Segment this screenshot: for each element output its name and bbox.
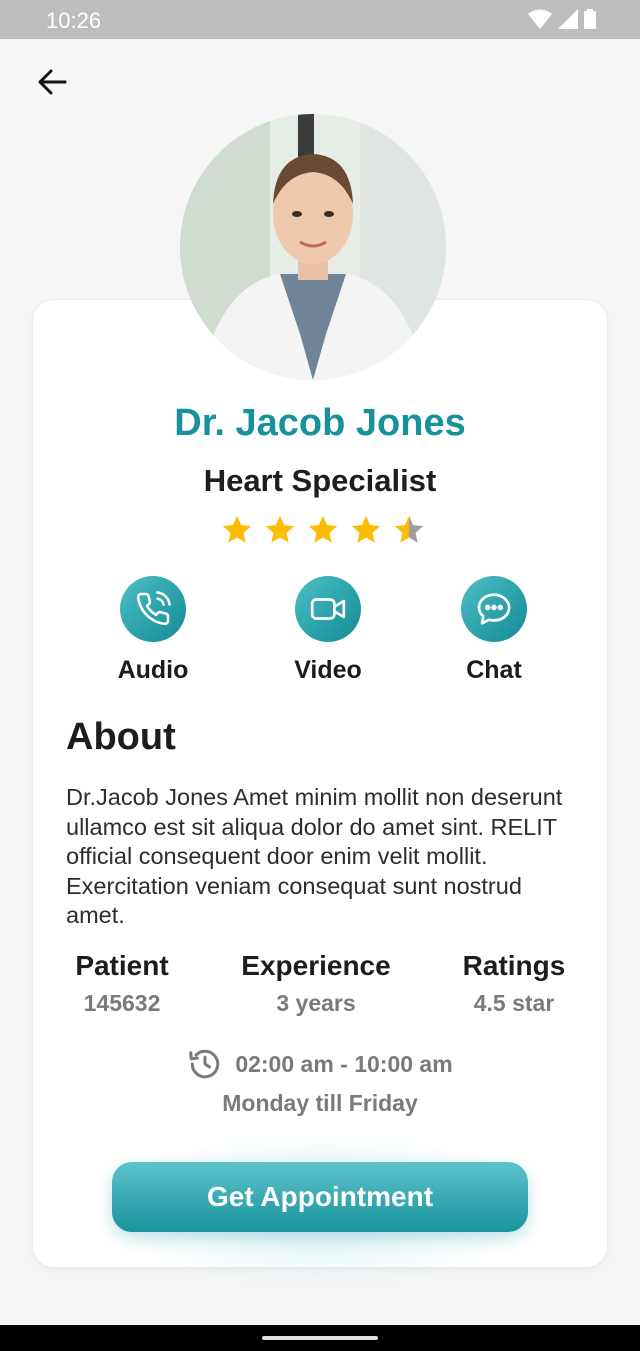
stat-value: 4.5 star (473, 990, 555, 1016)
stat-value: 145632 (83, 990, 161, 1016)
status-bar: 10:26 (0, 0, 640, 39)
chat-circle[interactable] (461, 576, 527, 642)
doctor-name: Dr. Jacob Jones (174, 402, 466, 444)
schedule-days: Monday till Friday (222, 1090, 418, 1116)
cellular-signal-icon (558, 9, 578, 29)
video-camera-icon (310, 598, 346, 620)
schedule-time: 02:00 am - 10:00 am (235, 1050, 453, 1077)
about-description: Dr.Jacob Jones Amet minim mollit non des… (66, 784, 563, 928)
chat-bubble-icon (477, 593, 511, 625)
stat-label: Experience (241, 950, 391, 981)
arrow-left-icon (38, 69, 67, 95)
battery-icon (584, 9, 596, 29)
stat-label: Patient (75, 950, 169, 981)
schedule: 02:00 am - 10:00 am Monday till Friday (0, 1046, 640, 1117)
get-appointment-button[interactable]: Get Appointment (112, 1162, 528, 1232)
chat-label: Chat (466, 656, 522, 684)
stat-value: 3 years (276, 990, 356, 1016)
stat-ratings: Ratings 4.5 star (450, 950, 578, 1017)
phone-icon (136, 591, 171, 626)
video-call-button[interactable]: Video (258, 576, 398, 685)
star-icon (265, 515, 295, 543)
about-heading: About (66, 716, 176, 758)
history-clock-icon (189, 1049, 220, 1079)
stat-experience: Experience 3 years (226, 950, 406, 1017)
chat-button[interactable]: Chat (424, 576, 564, 685)
stat-label: Ratings (462, 950, 566, 981)
star-rating (220, 513, 426, 547)
status-time: 10:26 (46, 8, 102, 33)
home-indicator[interactable] (262, 1336, 378, 1340)
video-call-circle[interactable] (295, 576, 361, 642)
status-icons (528, 9, 596, 29)
back-button[interactable] (34, 64, 70, 100)
audio-call-button[interactable]: Audio (83, 576, 223, 685)
stat-patient: Patient 145632 (60, 950, 184, 1017)
schedule-time-row: 02:00 am - 10:00 am (0, 1046, 640, 1082)
star-icon (351, 515, 381, 543)
doctor-avatar (180, 114, 446, 380)
wifi-icon (528, 9, 552, 29)
star-icon (308, 515, 338, 543)
star-icon (222, 515, 252, 543)
star-half-icon (394, 515, 424, 543)
audio-call-circle[interactable] (120, 576, 186, 642)
system-nav-bar (0, 1325, 640, 1351)
doctor-photo (180, 114, 446, 380)
video-call-label: Video (294, 656, 362, 684)
audio-call-label: Audio (117, 656, 189, 684)
doctor-specialty: Heart Specialist (203, 463, 437, 498)
